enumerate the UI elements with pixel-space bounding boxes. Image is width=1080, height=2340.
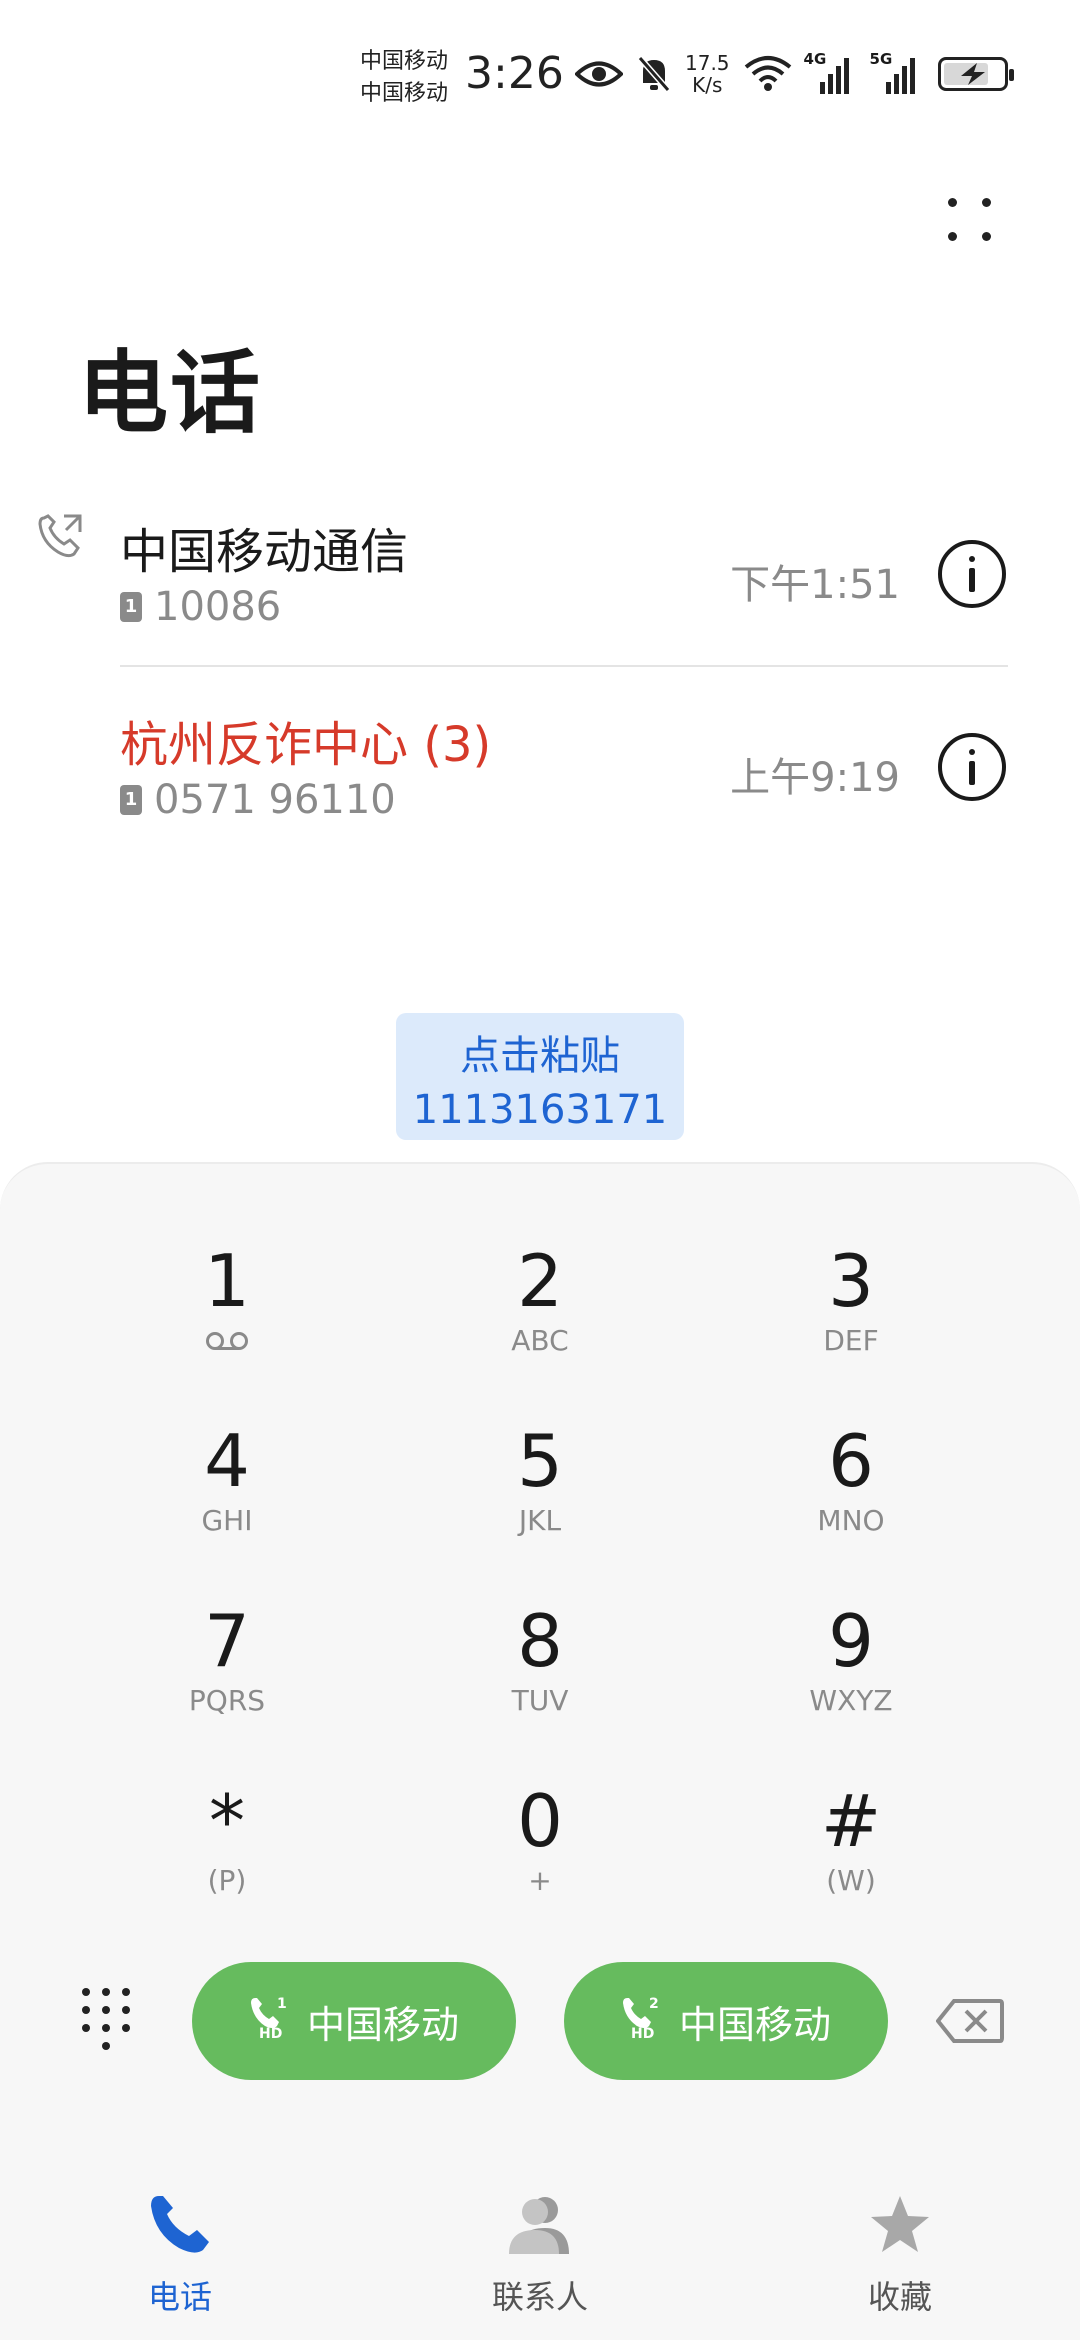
key-letters: ABC xyxy=(511,1324,569,1357)
dial-key-3[interactable]: 3 DEF xyxy=(731,1238,971,1388)
wifi-icon xyxy=(744,56,791,91)
speed-unit: K/s xyxy=(692,73,723,97)
key-digit: * xyxy=(209,1779,245,1863)
key-digit: 6 xyxy=(828,1419,874,1503)
network-speed: 17.5 K/s xyxy=(685,52,730,96)
more-options-icon[interactable] xyxy=(940,190,1000,250)
dial-key-9[interactable]: 9 WXYZ xyxy=(731,1598,971,1748)
speed-value: 17.5 xyxy=(685,51,730,75)
key-digit: 9 xyxy=(828,1599,874,1683)
key-digit: 5 xyxy=(517,1419,563,1503)
key-letters: (W) xyxy=(826,1864,876,1897)
dialpad-toggle-icon[interactable] xyxy=(82,1988,132,2052)
dial-key-4[interactable]: 4 GHI xyxy=(107,1418,347,1568)
call-log-item[interactable]: 杭州反诈中心 (3) 1 0571 96110 上午9:19 xyxy=(0,705,1080,895)
nav-tab-contacts[interactable]: 联系人 xyxy=(440,2192,640,2318)
nav-label: 联系人 xyxy=(491,2278,588,2316)
key-letters: (P) xyxy=(207,1864,247,1897)
nav-label: 收藏 xyxy=(867,2278,932,2316)
nav-label: 电话 xyxy=(147,2278,212,2316)
nav-tab-favorites[interactable]: 收藏 xyxy=(800,2192,1000,2318)
call-contact-name: 中国移动通信 xyxy=(120,524,409,580)
call-sim2-button[interactable]: 2 HD 中国移动 xyxy=(564,1962,888,2080)
carrier-labels: 中国移动 中国移动 xyxy=(360,46,448,110)
contacts-icon xyxy=(509,2197,569,2254)
sim2-index: 2 xyxy=(648,1996,659,2012)
dial-key-2[interactable]: 2 ABC xyxy=(420,1238,660,1388)
paste-label: 点击粘贴 xyxy=(460,1033,620,1079)
dial-key-hash[interactable]: # (W) xyxy=(731,1778,971,1928)
dial-key-1[interactable]: 1 xyxy=(107,1238,347,1388)
key-letters: JKL xyxy=(518,1504,562,1537)
sim-1-badge: 1 xyxy=(120,785,142,815)
sim2-network-label: 5G xyxy=(869,50,893,68)
key-digit: 8 xyxy=(517,1599,563,1683)
voicemail-icon xyxy=(206,1332,248,1350)
star-icon xyxy=(871,2196,929,2252)
key-digit: 7 xyxy=(204,1599,250,1683)
clock: 3:26 xyxy=(465,48,564,99)
hd-call-sim2-icon: 2 HD xyxy=(621,1996,661,2046)
battery-charging-icon xyxy=(937,57,1014,91)
key-letters: MNO xyxy=(817,1504,885,1537)
bell-off-icon xyxy=(637,56,671,92)
call-number: 1 0571 96110 xyxy=(120,777,396,823)
call-number: 1 10086 xyxy=(120,584,281,630)
status-icons: 17.5 K/s 4G 5G xyxy=(575,50,1014,96)
key-digit: 2 xyxy=(517,1239,563,1323)
key-digit: 4 xyxy=(204,1419,250,1503)
hd-label: HD xyxy=(630,2026,655,2042)
call-time: 上午9:19 xyxy=(730,755,900,801)
dial-key-7[interactable]: 7 PQRS xyxy=(107,1598,347,1748)
eye-icon xyxy=(575,61,623,87)
page-title: 电话 xyxy=(78,341,262,446)
dial-key-5[interactable]: 5 JKL xyxy=(420,1418,660,1568)
signal-5g-icon: 5G xyxy=(870,50,924,94)
info-icon[interactable] xyxy=(938,540,1006,608)
status-bar: 中国移动 中国移动 3:26 17.5 K/s 4G 5G xyxy=(0,0,1080,150)
dial-key-0[interactable]: 0 + xyxy=(420,1778,660,1928)
nav-tab-phone[interactable]: 电话 xyxy=(80,2192,280,2318)
paste-number: 1113163171 xyxy=(412,1087,668,1133)
call-number-text: 0571 96110 xyxy=(154,777,396,823)
call-sim1-button[interactable]: 1 HD 中国移动 xyxy=(192,1962,516,2080)
key-digit: 1 xyxy=(204,1239,250,1323)
key-letters: PQRS xyxy=(188,1684,266,1717)
divider xyxy=(120,665,1008,667)
call-time: 下午1:51 xyxy=(730,562,900,608)
key-letters: GHI xyxy=(201,1504,253,1537)
key-digit: # xyxy=(820,1779,882,1863)
signal-4g-icon: 4G xyxy=(804,50,858,94)
key-digit: 0 xyxy=(517,1779,563,1863)
dial-key-6[interactable]: 6 MNO xyxy=(731,1418,971,1568)
key-digit: 3 xyxy=(828,1239,874,1323)
hd-call-sim1-icon: 1 HD xyxy=(249,1996,289,2046)
call-contact-name: 杭州反诈中心 (3) xyxy=(120,717,492,773)
carrier-2-label: 中国移动 xyxy=(360,81,449,106)
hd-label: HD xyxy=(258,2026,283,2042)
call-sim2-label: 中国移动 xyxy=(678,2002,831,2047)
key-letters: TUV xyxy=(511,1684,569,1717)
sim1-network-label: 4G xyxy=(803,50,827,68)
dial-key-star[interactable]: * (P) xyxy=(107,1778,347,1928)
paste-number-chip[interactable]: 点击粘贴 1113163171 xyxy=(396,1013,684,1140)
carrier-1-label: 中国移动 xyxy=(360,49,449,74)
call-sim1-label: 中国移动 xyxy=(306,2002,459,2047)
key-letters: + xyxy=(528,1864,552,1897)
backspace-icon[interactable] xyxy=(936,1998,1004,2044)
sim-1-badge: 1 xyxy=(120,592,142,622)
dial-key-8[interactable]: 8 TUV xyxy=(420,1598,660,1748)
info-icon[interactable] xyxy=(938,733,1006,801)
bottom-navigation: 电话 联系人 收藏 xyxy=(0,2172,1080,2340)
sim1-index: 1 xyxy=(276,1996,287,2012)
key-letters: WXYZ xyxy=(809,1684,893,1717)
call-number-text: 10086 xyxy=(154,584,282,630)
phone-icon xyxy=(151,2196,209,2253)
call-log-item[interactable]: 中国移动通信 1 10086 下午1:51 xyxy=(0,512,1080,702)
key-letters: DEF xyxy=(823,1324,879,1357)
